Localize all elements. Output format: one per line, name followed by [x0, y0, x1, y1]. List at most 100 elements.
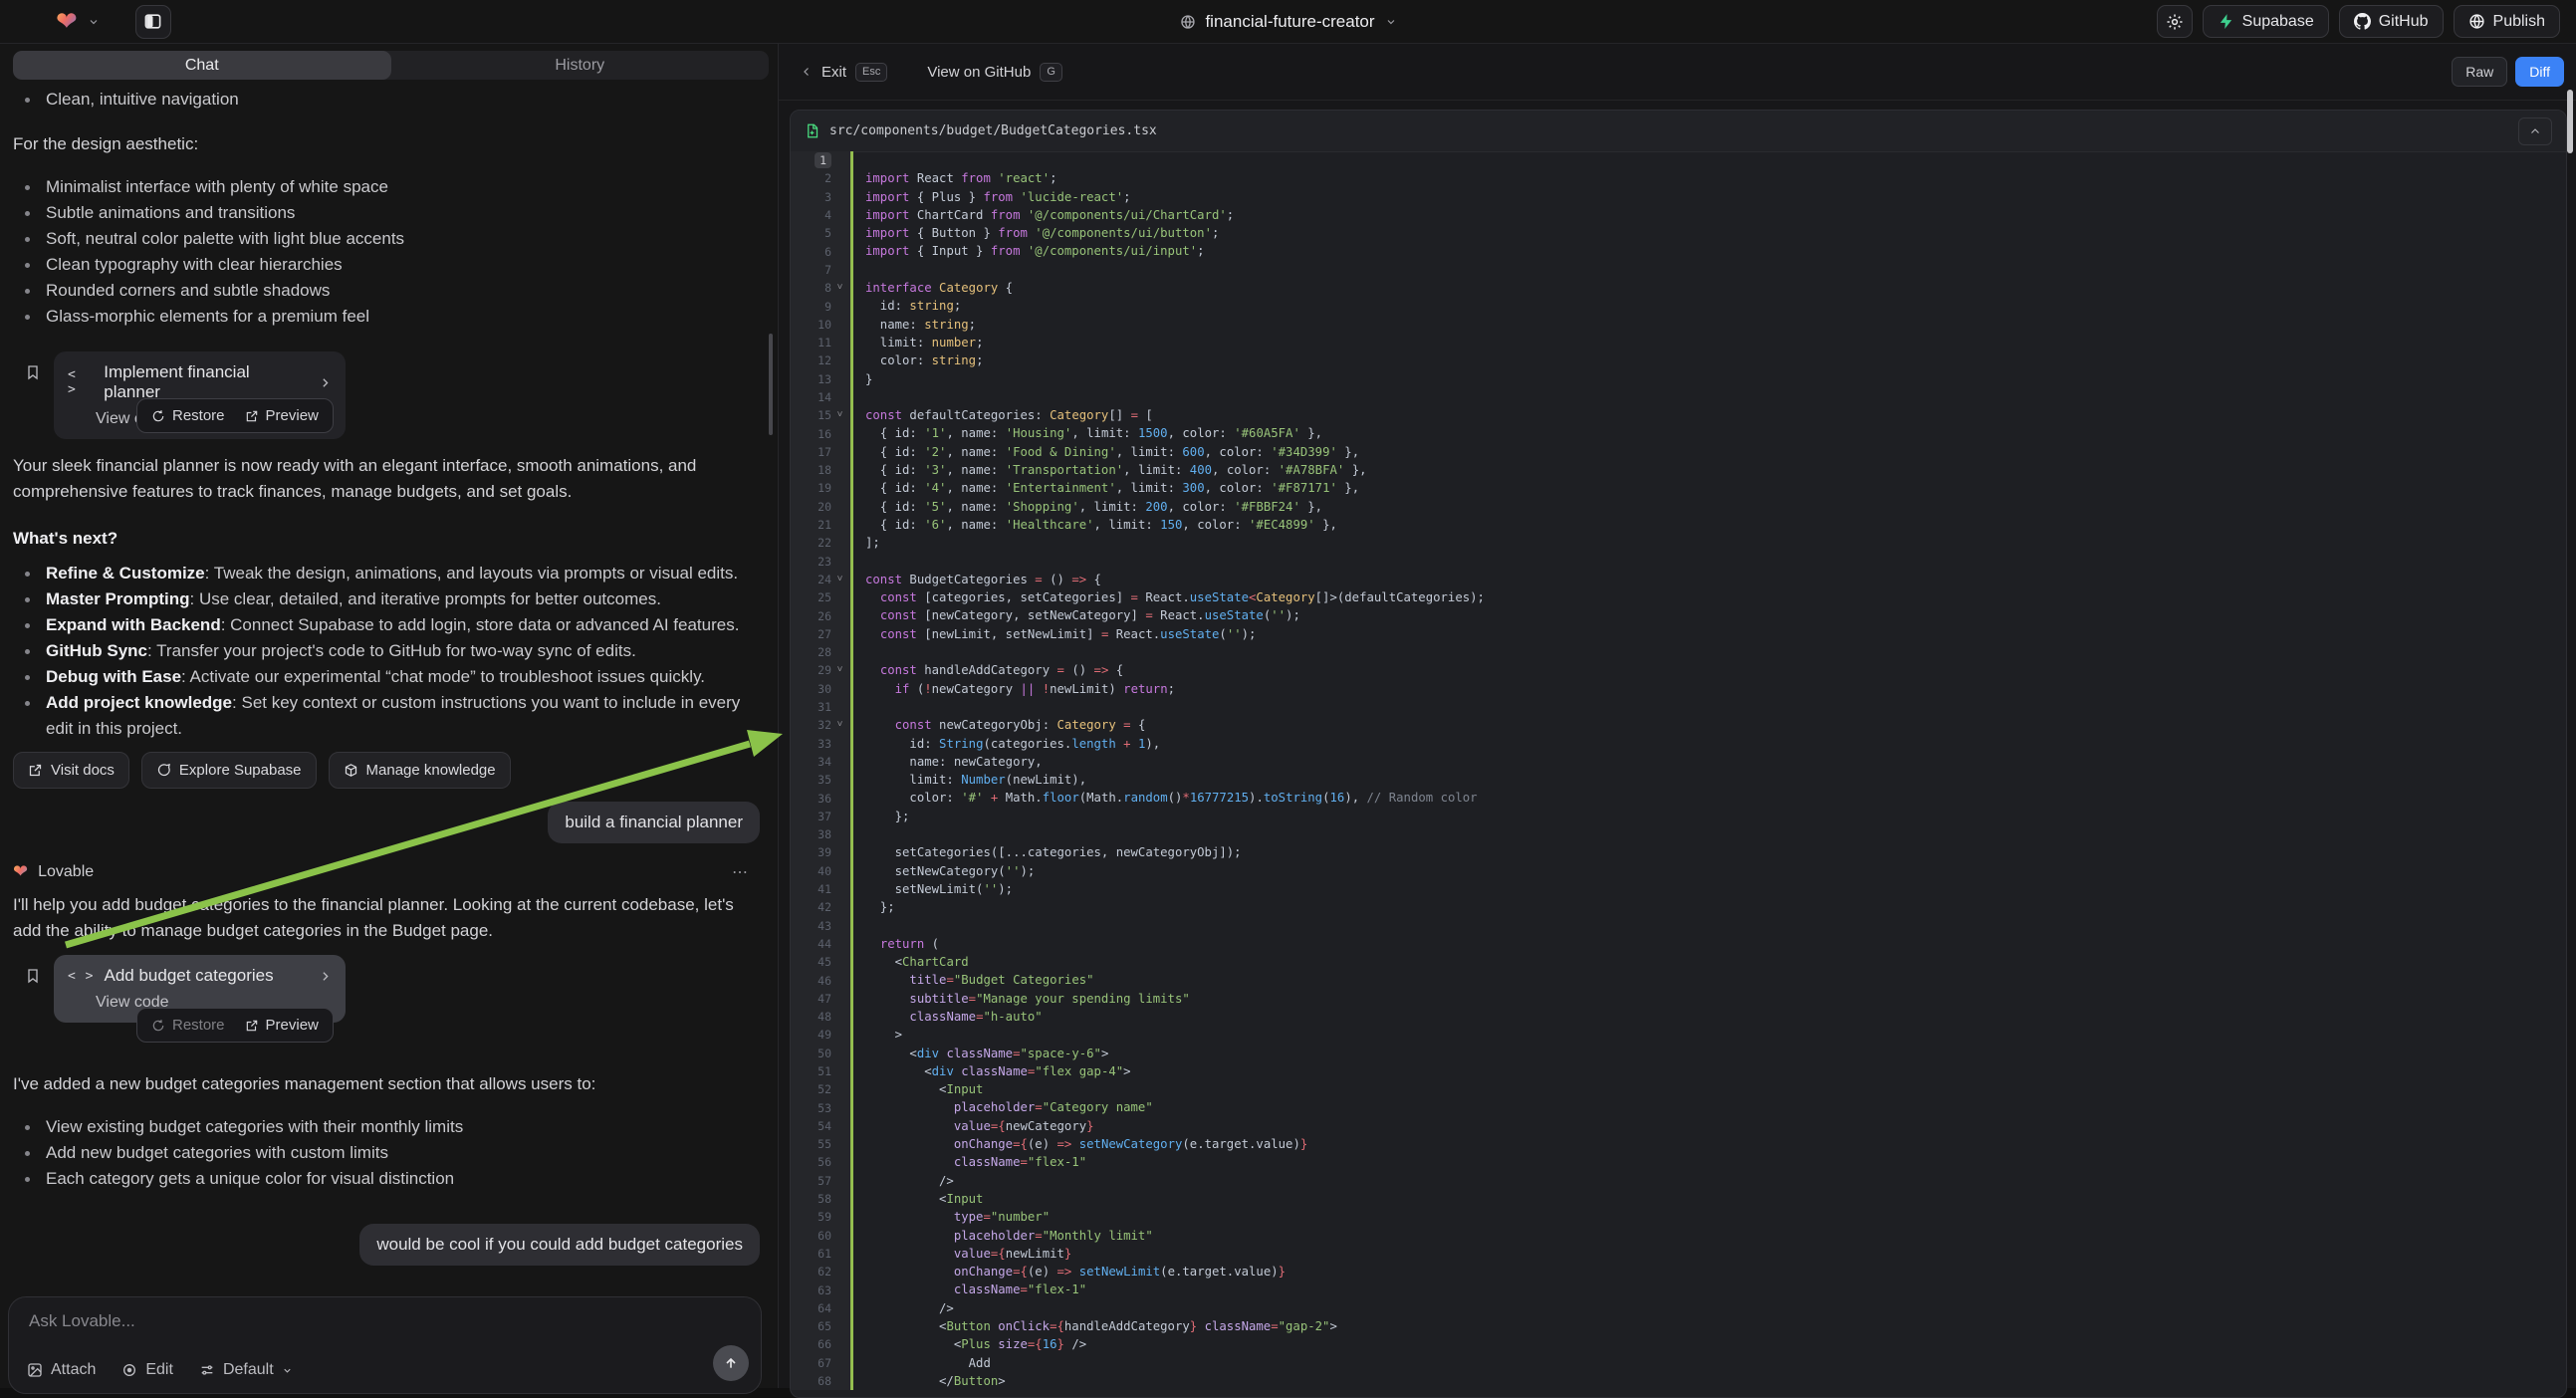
code-line: 25 const [categories, setCategories] = R…	[791, 588, 2566, 606]
restore-preview-pill: Restore Preview	[136, 1008, 334, 1043]
code-line: 27 const [newLimit, setNewLimit] = React…	[791, 625, 2566, 643]
bookmark-icon[interactable]	[25, 363, 41, 381]
code-line: 34 name: newCategory,	[791, 753, 2566, 771]
code-line: 24˅const BudgetCategories = () => {	[791, 571, 2566, 588]
supabase-icon	[2218, 13, 2234, 30]
list-item: Minimalist interface with plenty of whit…	[13, 174, 762, 200]
chevron-down-icon[interactable]	[88, 16, 100, 28]
topbar: ❤ financial-future-creator Supabase GitH…	[0, 0, 2576, 44]
code-line: 59 type="number"	[791, 1208, 2566, 1226]
code-line: 68 </Button>	[791, 1372, 2566, 1390]
code-line: 22];	[791, 534, 2566, 552]
tab-chat[interactable]: Chat	[13, 51, 391, 80]
fold-chevron-icon[interactable]: ˅	[833, 719, 846, 731]
restore-label: Restore	[172, 1017, 225, 1034]
chevron-right-icon[interactable]	[319, 970, 332, 983]
whats-next-heading: What's next?	[13, 526, 762, 552]
bookmark-icon[interactable]	[25, 967, 41, 985]
code-line: 4import ChartCard from '@/components/ui/…	[791, 206, 2566, 224]
item-lead: GitHub Sync	[46, 641, 147, 660]
visit-docs-label: Visit docs	[51, 762, 115, 779]
fold-chevron-icon[interactable]: ˅	[833, 409, 846, 421]
preview-button[interactable]: Preview	[245, 1017, 319, 1034]
user-message: build a financial planner	[548, 802, 760, 843]
github-button[interactable]: GitHub	[2339, 5, 2444, 38]
chevron-down-icon	[282, 1365, 293, 1376]
more-options-icon[interactable]: ⋯	[732, 862, 750, 882]
explore-supabase-button[interactable]: Explore Supabase	[141, 752, 317, 789]
code-line: 1	[791, 151, 2566, 169]
lovable-logo-icon[interactable]: ❤	[56, 9, 78, 35]
list-item: Master Prompting: Use clear, detailed, a…	[13, 586, 762, 612]
send-button[interactable]	[713, 1345, 749, 1381]
feature-bullet-list: View existing budget categories with the…	[13, 1114, 762, 1192]
code-line: 35 limit: Number(newLimit),	[791, 771, 2566, 789]
edit-card-implement-planner: < > Implement financial planner View cod…	[13, 351, 762, 431]
code-scrollbar-thumb[interactable]	[2567, 90, 2573, 153]
code-icon: < >	[68, 969, 94, 984]
code-line: 8˅interface Category {	[791, 279, 2566, 297]
list-item: Rounded corners and subtle shadows	[13, 278, 762, 304]
list-item: Glass-morphic elements for a premium fee…	[13, 304, 762, 330]
toggle-sidebar-button[interactable]	[135, 5, 171, 39]
edit-label: Edit	[145, 1361, 173, 1379]
code-line: 53 placeholder="Category name"	[791, 1098, 2566, 1116]
whats-next-list: Refine & Customize: Tweak the design, an…	[13, 561, 762, 742]
code-line: 41 setNewLimit('');	[791, 880, 2566, 898]
package-icon	[344, 763, 358, 778]
code-lines[interactable]: 12import React from 'react';3import { Pl…	[791, 151, 2566, 1397]
assistant-name: Lovable	[38, 863, 94, 881]
list-item: Add new budget categories with custom li…	[13, 1140, 762, 1166]
item-lead: Debug with Ease	[46, 667, 181, 686]
attach-button[interactable]: Attach	[27, 1361, 96, 1379]
fold-chevron-icon[interactable]: ˅	[833, 574, 846, 585]
view-on-github-button[interactable]: View on GitHub G	[927, 63, 1062, 82]
diff-tab[interactable]: Diff	[2515, 57, 2564, 87]
item-lead: Refine & Customize	[46, 564, 205, 582]
project-switcher[interactable]: financial-future-creator	[1179, 12, 1396, 32]
panel-toggle-icon	[143, 12, 162, 31]
restore-button[interactable]: Restore	[151, 407, 225, 424]
fold-chevron-icon[interactable]: ˅	[833, 282, 846, 294]
chat-input[interactable]	[27, 1309, 701, 1347]
external-link-icon	[245, 409, 259, 423]
code-line: 29˅ const handleAddCategory = () => {	[791, 661, 2566, 679]
publish-button[interactable]: Publish	[2454, 5, 2560, 38]
gear-icon	[2166, 13, 2184, 31]
chat-scroll-area[interactable]: Clean, intuitive navigation For the desi…	[0, 87, 762, 1298]
exit-button[interactable]: Exit Esc	[801, 63, 887, 82]
list-item: Refine & Customize: Tweak the design, an…	[13, 561, 762, 586]
code-line: 47 subtitle="Manage your spending limits…	[791, 990, 2566, 1008]
code-line: 37 };	[791, 808, 2566, 825]
code-line: 63 className="flex-1"	[791, 1281, 2566, 1298]
raw-tab[interactable]: Raw	[2452, 57, 2507, 87]
visit-docs-button[interactable]: Visit docs	[13, 752, 129, 789]
edit-card-title: Implement financial planner	[104, 362, 309, 402]
settings-button[interactable]	[2157, 5, 2193, 38]
manage-knowledge-button[interactable]: Manage knowledge	[329, 752, 511, 789]
chevron-right-icon[interactable]	[319, 376, 332, 389]
preview-button[interactable]: Preview	[245, 407, 319, 424]
file-header[interactable]: src/components/budget/BudgetCategories.t…	[791, 111, 2566, 152]
code-line: 30 if (!newCategory || !newLimit) return…	[791, 680, 2566, 698]
mode-select[interactable]: Default	[199, 1361, 293, 1379]
fold-chevron-icon[interactable]: ˅	[833, 664, 846, 676]
code-line: 60 placeholder="Monthly limit"	[791, 1227, 2566, 1245]
collapse-file-button[interactable]	[2518, 117, 2552, 145]
edit-mode-button[interactable]: Edit	[121, 1361, 173, 1379]
restore-button[interactable]: Restore	[151, 1017, 225, 1034]
project-name: financial-future-creator	[1205, 12, 1374, 32]
code-line: 43	[791, 916, 2566, 934]
github-icon	[2354, 13, 2371, 30]
supabase-button[interactable]: Supabase	[2203, 5, 2329, 38]
code-icon: < >	[68, 367, 94, 397]
code-line: 39 setCategories([...categories, newCate…	[791, 843, 2566, 861]
list-item: Subtle animations and transitions	[13, 200, 762, 226]
code-line: 50 <div className="space-y-6">	[791, 1045, 2566, 1062]
restore-preview-pill: Restore Preview	[136, 398, 334, 433]
tab-history[interactable]: History	[391, 51, 770, 80]
mode-label: Default	[223, 1361, 274, 1379]
code-line: 66 <Plus size={16} />	[791, 1335, 2566, 1353]
code-line: 38	[791, 825, 2566, 843]
chat-scrollbar-thumb[interactable]	[769, 334, 773, 435]
